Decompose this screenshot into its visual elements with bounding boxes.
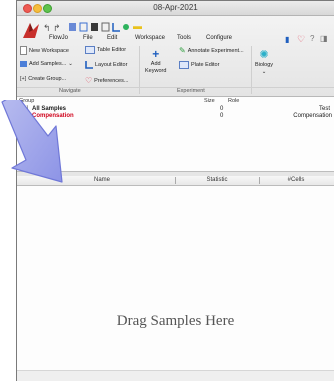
group-role: Compensation	[293, 113, 332, 119]
tab-tools[interactable]: Tools	[177, 35, 191, 41]
title-bar: 08-Apr-2021	[17, 1, 334, 16]
chevron-down-icon: ⌄	[68, 61, 73, 67]
group-role: Test	[318, 106, 330, 112]
arrow-annotation-icon	[1, 100, 63, 183]
experiment-group-label: Experiment	[177, 88, 205, 94]
tab-edit[interactable]: Edit	[107, 35, 117, 41]
status-bar	[17, 370, 334, 381]
table-editor-icon	[85, 46, 95, 54]
panel-toggle-icon[interactable]: ◨	[320, 34, 328, 43]
add-keyword-button[interactable]: + Add Keyword	[145, 48, 166, 74]
add-samples-button[interactable]: Add Samples... ⌄	[20, 61, 73, 67]
redo-icon[interactable]: ↱	[53, 23, 61, 34]
plate-editor-icon	[179, 61, 189, 69]
flowjo-window: 08-Apr-2021 ↰ ↱ ▬ ▮ ♡ ? ◨ FlowJo File Ed…	[16, 0, 334, 381]
size-column-header[interactable]: Size	[204, 98, 215, 104]
group-bracket-icon: [+]	[20, 76, 27, 82]
folder-icon[interactable]: ▬	[133, 21, 142, 31]
biology-button[interactable]: ✺ Biology ⌄	[255, 49, 273, 76]
quick-access-toolbar	[69, 22, 129, 32]
preferences-button[interactable]: ♡ Preferences...	[85, 76, 128, 85]
add-samples-icon	[20, 61, 27, 67]
group-size: 0	[220, 113, 224, 119]
gate-icon	[79, 22, 88, 32]
annotate-experiment-button[interactable]: ✎ Annotate Experiment...	[179, 46, 244, 55]
create-group-button[interactable]: [+] Create Group...	[20, 76, 66, 82]
layout-editor-icon	[112, 23, 120, 32]
cells-column-header[interactable]: #Cells	[261, 177, 331, 183]
biology-sun-icon: ✺	[259, 49, 269, 61]
window-title: 08-Apr-2021	[153, 3, 198, 12]
layout-icon	[69, 23, 76, 31]
bookmark-icon[interactable]: ▮	[285, 35, 289, 44]
drag-samples-placeholder: Drag Samples Here	[116, 313, 235, 329]
table-editor-button[interactable]: Table Editor	[85, 46, 126, 54]
ribbon-toolbar: ↰ ↱ ▬ ▮ ♡ ? ◨ FlowJo File Edit Workspace…	[17, 16, 334, 97]
new-workspace-icon	[20, 46, 27, 55]
new-workspace-button[interactable]: New Workspace	[20, 46, 69, 55]
tab-configure[interactable]: Configure	[206, 35, 232, 41]
chevron-down-icon: ⌄	[261, 69, 267, 75]
keyword-plus-icon: +	[152, 47, 160, 61]
layout-editor-icon	[85, 61, 93, 69]
tab-file[interactable]: File	[83, 35, 93, 41]
tab-workspace[interactable]: Workspace	[135, 35, 165, 41]
heart-icon[interactable]: ♡	[297, 34, 305, 45]
stats-icon	[91, 23, 98, 31]
navigate-group-label: Navigate	[59, 88, 81, 94]
heart-icon: ♡	[85, 76, 93, 85]
undo-icon[interactable]: ↰	[43, 23, 51, 34]
column-separator	[259, 177, 260, 184]
spectrum-icon	[123, 24, 129, 30]
role-column-header[interactable]: Role	[228, 98, 239, 104]
pencil-icon: ✎	[179, 46, 186, 55]
statistic-column-header[interactable]: Statistic	[177, 177, 257, 183]
flowjo-logo-icon[interactable]	[21, 20, 41, 40]
tab-flowjo[interactable]: FlowJo	[49, 35, 68, 41]
layout-editor-button[interactable]: Layout Editor	[85, 61, 127, 69]
help-icon[interactable]: ?	[310, 34, 314, 43]
group-size: 0	[220, 106, 224, 112]
table-icon	[101, 22, 110, 32]
plate-editor-button[interactable]: Plate Editor	[179, 61, 219, 69]
column-separator	[175, 177, 176, 184]
